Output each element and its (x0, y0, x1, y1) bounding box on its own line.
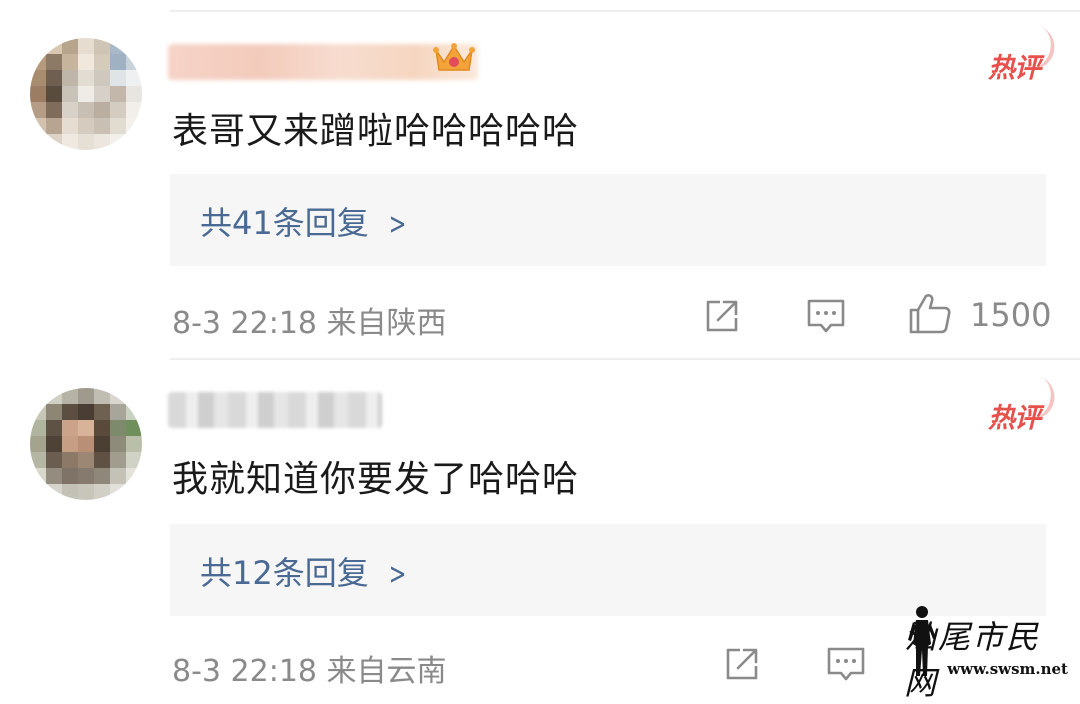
comment-icon[interactable] (824, 642, 868, 686)
comment-item: 热评 我就知道你要发了哈哈哈 共12条回复 > 8-3 22:18 来自云南 (0, 0, 1080, 689)
reply-count-label: 共12条回复 (200, 554, 369, 592)
chevron-right-icon: > (388, 557, 407, 592)
site-watermark: 汕尾市民网 www.swsm.net (904, 604, 1074, 702)
reply-box: 共12条回复 > (170, 524, 1046, 616)
username-obscured[interactable] (168, 392, 382, 428)
comment-meta: 8-3 22:18 来自云南 (172, 654, 447, 689)
share-icon[interactable] (720, 642, 764, 686)
comment-divider (170, 358, 1080, 360)
view-replies-link[interactable]: 共12条回复 > (200, 548, 410, 594)
hot-comment-badge: 热评 (988, 396, 1041, 435)
avatar[interactable] (30, 388, 142, 500)
watermark-title: 汕尾市民网 (904, 618, 1041, 702)
watermark-url: www.swsm.net (947, 660, 1068, 678)
comment-text: 我就知道你要发了哈哈哈 (172, 459, 580, 500)
